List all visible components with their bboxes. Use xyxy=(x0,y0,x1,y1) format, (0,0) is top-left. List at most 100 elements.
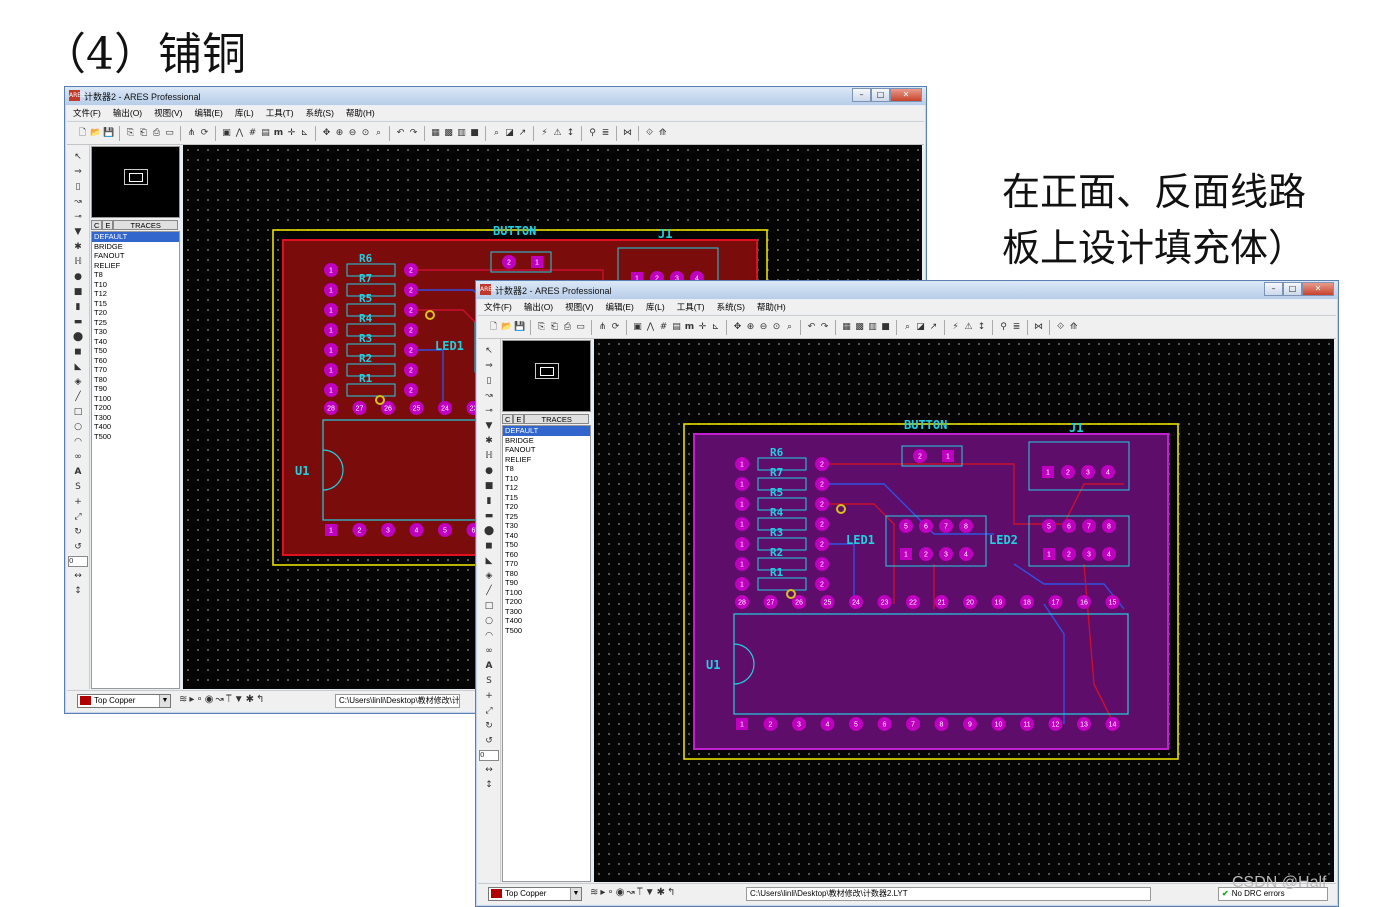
close-button[interactable]: ✕ xyxy=(890,88,922,102)
flip-icon[interactable]: ⋀ xyxy=(645,321,656,333)
mirror-x-icon[interactable]: ↔ xyxy=(484,764,495,776)
rotate-ccw-icon[interactable]: ↺ xyxy=(73,541,84,553)
trace-style-item[interactable]: T60 xyxy=(503,550,590,560)
zoom-area-icon[interactable]: ⌕ xyxy=(784,321,795,333)
print-icon[interactable]: ⎙ xyxy=(562,321,573,333)
menu-tools[interactable]: 工具(T) xyxy=(260,106,300,120)
path-icon[interactable]: ∞ xyxy=(484,645,495,657)
trace-style-item[interactable]: T40 xyxy=(92,337,179,347)
undo-icon[interactable]: ↶ xyxy=(395,127,406,139)
circle-icon[interactable]: ○ xyxy=(484,615,495,627)
trace-style-item[interactable]: T500 xyxy=(503,626,590,636)
metric-icon[interactable]: m xyxy=(684,321,695,333)
via-mode-icon[interactable]: ⊸ xyxy=(73,211,84,223)
dil-pad-icon[interactable]: ▮ xyxy=(484,495,495,507)
trace-style-item[interactable]: T70 xyxy=(92,365,179,375)
menu-system[interactable]: 系统(S) xyxy=(300,106,340,120)
title-bar[interactable]: ARES 计数器2 - ARES Professional – □ ✕ xyxy=(476,281,1338,299)
export-icon[interactable]: ⎗ xyxy=(138,127,149,139)
round-pad-icon[interactable]: ● xyxy=(73,271,84,283)
origin-icon[interactable]: ✛ xyxy=(286,127,297,139)
trace-style-item[interactable]: T8 xyxy=(503,464,590,474)
trace-style-item[interactable]: DEFAULT xyxy=(92,232,179,242)
zoom-area-icon[interactable]: ⌕ xyxy=(373,127,384,139)
ratsnest-icon[interactable]: ↕ xyxy=(565,127,576,139)
open-file-icon[interactable]: 📂 xyxy=(501,321,512,333)
rotation-input[interactable]: 0 xyxy=(479,750,499,761)
undo-icon[interactable]: ↶ xyxy=(806,321,817,333)
layers-icon[interactable]: ≋ xyxy=(590,887,600,898)
component-mode-icon[interactable]: ⇒ xyxy=(484,360,495,372)
text-tool-icon[interactable]: ⟙ xyxy=(637,887,645,898)
layers-icon[interactable]: ▤ xyxy=(260,127,271,139)
selection-mode-icon[interactable]: ↖ xyxy=(484,345,495,357)
box-icon[interactable]: □ xyxy=(484,600,495,612)
chevron-down-icon[interactable]: ▼ xyxy=(570,888,581,900)
tab-traces[interactable]: TRACES xyxy=(113,220,178,230)
ratsnest-mode-icon[interactable]: ✱ xyxy=(73,241,84,253)
block-delete-icon[interactable]: ■ xyxy=(880,321,891,333)
menu-output[interactable]: 输出(O) xyxy=(518,300,559,314)
metric-icon[interactable]: m xyxy=(273,127,284,139)
square-pad-icon[interactable]: ■ xyxy=(484,480,495,492)
via-tool-icon[interactable]: ◉ xyxy=(205,694,216,705)
menu-edit[interactable]: 编辑(E) xyxy=(599,300,639,314)
zoom-all-icon[interactable]: ⊙ xyxy=(771,321,782,333)
block-move-icon[interactable]: ▩ xyxy=(854,321,865,333)
menu-help[interactable]: 帮助(H) xyxy=(340,106,381,120)
block-copy-icon[interactable]: ▦ xyxy=(430,127,441,139)
smt-pad-icon[interactable]: ⬤ xyxy=(484,525,495,537)
zone-mode-icon[interactable]: ▼ xyxy=(73,226,84,238)
mirror-x-icon[interactable]: ↔ xyxy=(73,570,84,582)
path-icon[interactable]: ∞ xyxy=(73,451,84,463)
new-file-icon[interactable]: 🗋 xyxy=(77,127,88,139)
chevron-down-icon[interactable]: ▼ xyxy=(159,695,170,707)
tab-e[interactable]: E xyxy=(513,414,525,424)
3d-view-icon[interactable]: ⟰ xyxy=(1068,321,1079,333)
import-icon[interactable]: ⎘ xyxy=(125,127,136,139)
false-origin-icon[interactable]: ⊾ xyxy=(299,127,310,139)
edge-pad-icon[interactable]: ▬ xyxy=(484,510,495,522)
menu-tools[interactable]: 工具(T) xyxy=(671,300,711,314)
trace-style-item[interactable]: T400 xyxy=(503,616,590,626)
menu-file[interactable]: 文件(F) xyxy=(478,300,518,314)
zone-mode-icon[interactable]: ▼ xyxy=(484,420,495,432)
dimension-icon[interactable]: ⤢ xyxy=(484,705,495,717)
connectivity-mode-icon[interactable]: ℍ xyxy=(484,450,495,462)
trace-style-item[interactable]: T50 xyxy=(92,346,179,356)
title-bar[interactable]: ARES 计数器2 - ARES Professional – □ ✕ xyxy=(65,87,926,105)
ratsnest-mode-icon[interactable]: ✱ xyxy=(484,435,495,447)
block-delete-icon[interactable]: ■ xyxy=(469,127,480,139)
trace-style-item[interactable]: T300 xyxy=(503,607,590,617)
zoom-in-icon[interactable]: ⊕ xyxy=(745,321,756,333)
trace-style-item[interactable]: T500 xyxy=(92,432,179,442)
trace-style-item[interactable]: T400 xyxy=(92,422,179,432)
zoom-out-icon[interactable]: ⊖ xyxy=(758,321,769,333)
save-icon[interactable]: 💾 xyxy=(514,321,525,333)
decompose-icon[interactable]: ↗ xyxy=(517,127,528,139)
trace-style-item[interactable]: T100 xyxy=(92,394,179,404)
tab-c[interactable]: C xyxy=(502,414,514,424)
gerber-icon[interactable]: ⟐ xyxy=(644,127,655,139)
trace-style-item[interactable]: T50 xyxy=(503,540,590,550)
redo-icon[interactable]: ↷ xyxy=(408,127,419,139)
trace-style-item[interactable]: T8 xyxy=(92,270,179,280)
box-icon[interactable]: □ xyxy=(73,406,84,418)
block-rotate-icon[interactable]: ▥ xyxy=(456,127,467,139)
padstack-icon[interactable]: ◣ xyxy=(73,361,84,373)
dimension-icon[interactable]: ⤢ xyxy=(73,511,84,523)
connectivity-icon[interactable]: ⋈ xyxy=(1033,321,1044,333)
menu-output[interactable]: 输出(O) xyxy=(107,106,148,120)
redraw-icon[interactable]: ▣ xyxy=(221,127,232,139)
round-pad-icon[interactable]: ● xyxy=(484,465,495,477)
arc-icon[interactable]: ◠ xyxy=(484,630,495,642)
trace-style-item[interactable]: T40 xyxy=(503,531,590,541)
pad-tool-icon[interactable]: ∘ xyxy=(607,887,615,898)
rotate-cw-icon[interactable]: ↻ xyxy=(73,526,84,538)
marker-icon[interactable]: + xyxy=(484,690,495,702)
trace-style-item[interactable]: DEFAULT xyxy=(503,426,590,436)
text-tool-icon[interactable]: ⟙ xyxy=(226,694,234,705)
gerber-icon[interactable]: ⟐ xyxy=(1055,321,1066,333)
line-icon[interactable]: ╱ xyxy=(73,391,84,403)
menu-view[interactable]: 视图(V) xyxy=(559,300,599,314)
